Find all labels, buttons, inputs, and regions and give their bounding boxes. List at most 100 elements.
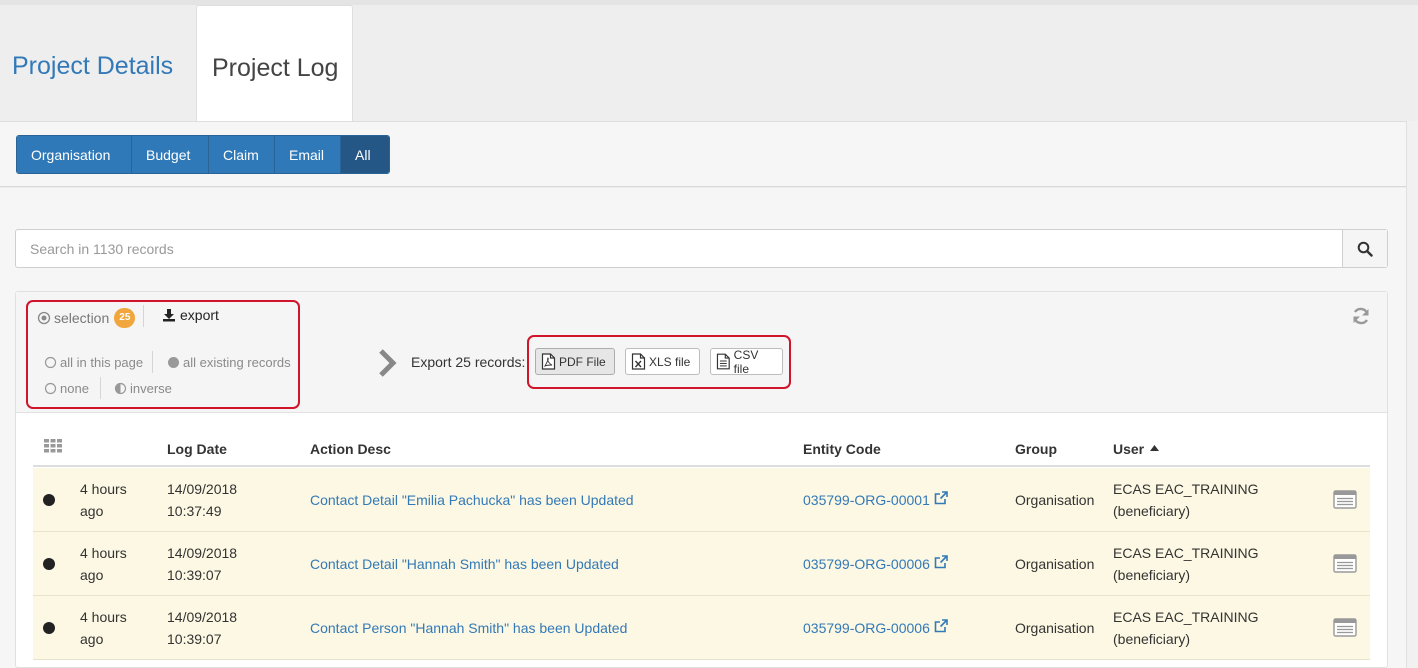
status-dot-icon <box>43 622 55 634</box>
tab-project-details[interactable]: Project Details <box>12 52 173 81</box>
group-cell: Organisation <box>1015 556 1095 572</box>
radio-empty-icon <box>44 356 57 369</box>
search-button[interactable] <box>1342 230 1387 267</box>
time-ago: 4 hours ago <box>80 478 127 522</box>
user-cell: ECAS EAC_TRAINING (beneficiary) <box>1113 606 1258 650</box>
time-ago: 4 hours ago <box>80 542 127 586</box>
search-input[interactable] <box>16 230 1343 267</box>
selection-toggle[interactable]: selection 25 <box>37 308 136 328</box>
header-user-label: User <box>1113 441 1145 457</box>
user-cell: ECAS EAC_TRAINING (beneficiary) <box>1113 478 1258 522</box>
pdf-file-icon <box>541 353 556 370</box>
radio-dot-icon <box>37 311 51 325</box>
log-date: 14/09/2018 10:39:07 <box>167 542 237 586</box>
entity-code-text: 035799-ORG-00006 <box>803 620 930 636</box>
divider <box>152 351 153 373</box>
external-link-icon <box>934 555 948 569</box>
action-desc-link[interactable]: Contact Detail "Hannah Smith" has been U… <box>310 553 619 575</box>
search-box <box>15 229 1388 268</box>
log-date-time: 10:39:07 <box>167 567 222 583</box>
option-label: all in this page <box>60 355 144 370</box>
table-row[interactable]: 4 hours ago 14/09/2018 10:39:07 Contact De… <box>33 532 1370 596</box>
time-ago-line: ago <box>80 503 104 519</box>
group-cell: Organisation <box>1015 492 1095 508</box>
export-csv-button[interactable]: CSV file <box>710 347 783 376</box>
entity-code-link[interactable]: 035799-ORG-00006 <box>803 553 948 575</box>
export-pdf-label: PDF File <box>559 354 606 369</box>
time-ago-line: 4 hours <box>80 545 127 561</box>
export-toggle[interactable]: export <box>162 307 219 323</box>
log-date-day: 14/09/2018 <box>167 609 238 625</box>
xls-file-icon <box>631 353 646 370</box>
page-scrollbar[interactable] <box>1406 121 1418 668</box>
selection-count-badge: 25 <box>114 308 136 328</box>
user-role: (beneficiary) <box>1113 631 1191 647</box>
filter-panel: Organisation Budget Claim Email All <box>0 121 1406 187</box>
export-label: export <box>180 307 219 323</box>
option-all-existing-records[interactable]: all existing records <box>167 355 291 370</box>
details-icon[interactable] <box>1333 618 1357 637</box>
filter-button-group: Organisation Budget Claim Email All <box>16 135 390 174</box>
filter-claim-button[interactable]: Claim <box>209 136 275 173</box>
export-xls-label: XLS file <box>649 354 691 369</box>
columns-grid-icon[interactable] <box>44 439 62 453</box>
option-inverse[interactable]: inverse <box>114 381 172 396</box>
entity-code-link[interactable]: 035799-ORG-00006 <box>803 617 948 639</box>
user-name: ECAS EAC_TRAINING <box>1113 609 1259 625</box>
details-icon[interactable] <box>1333 490 1357 509</box>
half-circle-icon <box>114 382 127 395</box>
action-desc-link[interactable]: Contact Person "Hannah Smith" has been U… <box>310 617 627 639</box>
filter-organisation-button[interactable]: Organisation <box>17 136 132 173</box>
time-ago-line: 4 hours <box>80 609 127 625</box>
records-toolbar: selection 25 export all in this page all… <box>16 292 1387 413</box>
user-cell: ECAS EAC_TRAINING (beneficiary) <box>1113 542 1258 586</box>
search-icon <box>1357 241 1373 257</box>
user-role: (beneficiary) <box>1113 567 1191 583</box>
filter-budget-button[interactable]: Budget <box>132 136 209 173</box>
tab-project-log[interactable]: Project Log <box>196 5 353 122</box>
entity-code-text: 035799-ORG-00006 <box>803 556 930 572</box>
details-icon[interactable] <box>1333 554 1357 573</box>
time-ago-line: 4 hours <box>80 481 127 497</box>
user-name: ECAS EAC_TRAINING <box>1113 481 1259 497</box>
user-role: (beneficiary) <box>1113 503 1191 519</box>
table-header: Log Date Action Desc Entity Code Group U… <box>33 427 1370 467</box>
export-xls-button[interactable]: XLS file <box>625 348 700 375</box>
status-dot-icon <box>43 558 55 570</box>
time-ago: 4 hours ago <box>80 606 127 650</box>
entity-code-text: 035799-ORG-00001 <box>803 492 930 508</box>
entity-code-link[interactable]: 035799-ORG-00001 <box>803 489 948 511</box>
user-name: ECAS EAC_TRAINING <box>1113 545 1259 561</box>
time-ago-line: ago <box>80 631 104 647</box>
table-row[interactable]: 4 hours ago 14/09/2018 10:39:07 Contact Pe… <box>33 596 1370 660</box>
selection-label: selection <box>54 310 110 326</box>
log-date-time: 10:37:49 <box>167 503 222 519</box>
log-date-time: 10:39:07 <box>167 631 222 647</box>
option-label: all existing records <box>183 355 291 370</box>
table-row[interactable]: 4 hours ago 14/09/2018 10:37:49 Contact De… <box>33 468 1370 532</box>
sort-up-icon <box>1150 445 1160 451</box>
radio-empty-icon <box>44 382 57 395</box>
option-all-in-this-page[interactable]: all in this page <box>44 355 143 370</box>
divider <box>100 377 101 399</box>
group-cell: Organisation <box>1015 620 1095 636</box>
radio-filled-icon <box>168 357 179 368</box>
filter-email-button[interactable]: Email <box>275 136 341 173</box>
header-user[interactable]: User <box>1113 441 1160 457</box>
log-date: 14/09/2018 10:39:07 <box>167 606 237 650</box>
divider <box>143 305 144 327</box>
log-date: 14/09/2018 10:37:49 <box>167 478 237 522</box>
export-pdf-button[interactable]: PDF File <box>535 348 615 375</box>
header-group[interactable]: Group <box>1015 441 1057 457</box>
header-action-desc[interactable]: Action Desc <box>310 441 391 457</box>
download-icon <box>163 309 175 322</box>
action-desc-link[interactable]: Contact Detail "Emilia Pachucka" has bee… <box>310 489 634 511</box>
option-none[interactable]: none <box>44 381 89 396</box>
export-records-text: Export 25 records: <box>411 354 526 370</box>
header-log-date[interactable]: Log Date <box>167 441 227 457</box>
filter-all-button[interactable]: All <box>341 136 389 173</box>
refresh-icon[interactable] <box>1351 306 1371 326</box>
time-ago-line: ago <box>80 567 104 583</box>
header-entity-code[interactable]: Entity Code <box>803 441 881 457</box>
export-csv-label: CSV file <box>733 347 759 376</box>
